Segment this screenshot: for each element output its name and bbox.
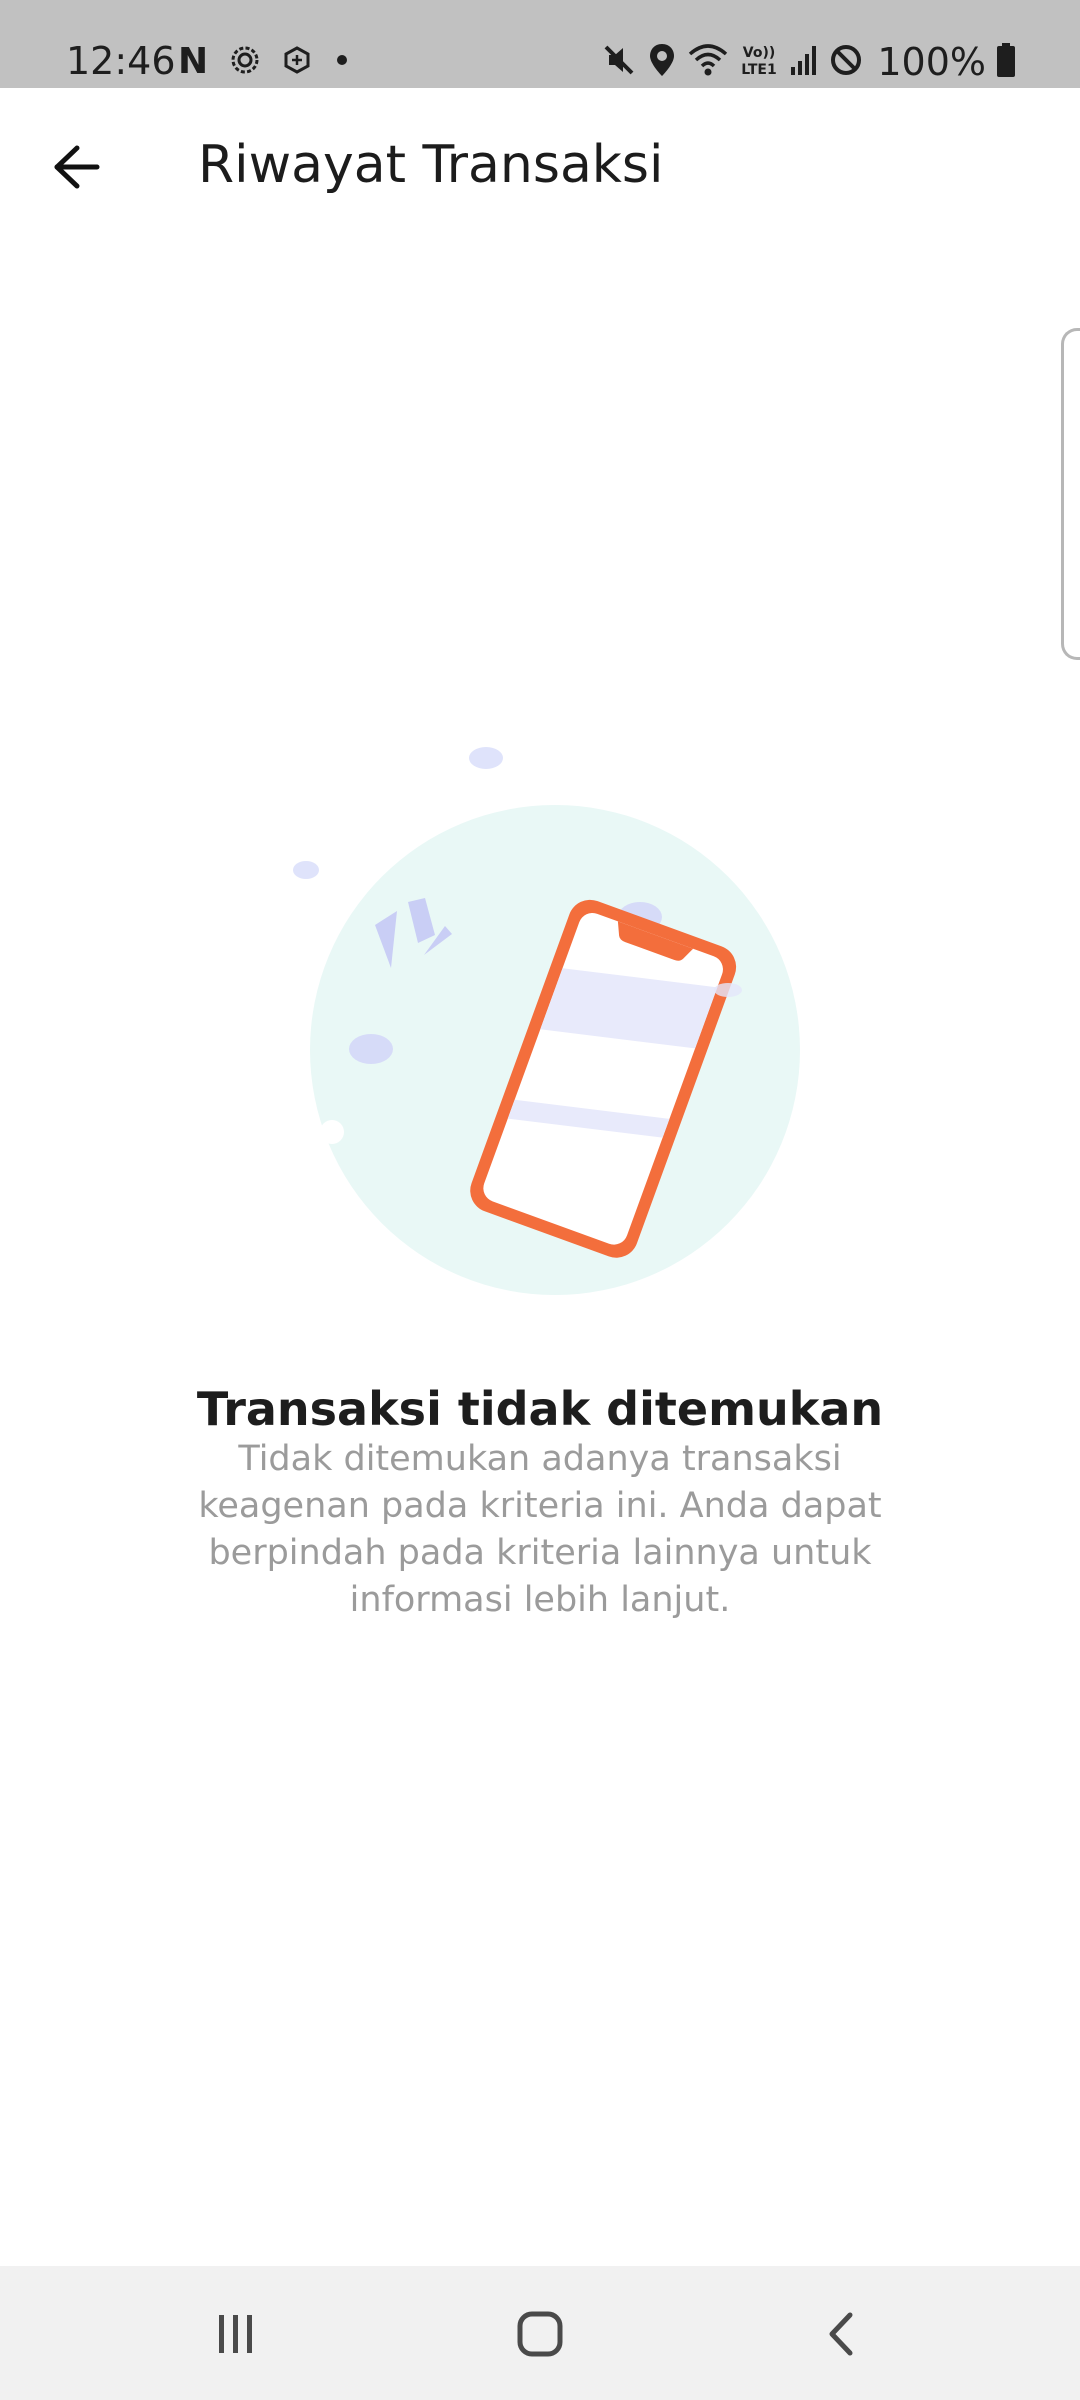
mute-icon bbox=[601, 42, 637, 82]
status-system-icons: Vo)) LTE1 100% bbox=[601, 38, 1016, 86]
phone-shape bbox=[470, 899, 737, 1258]
battery-percentage: 100% bbox=[877, 40, 986, 84]
svg-text:Vo)): Vo)) bbox=[743, 45, 775, 61]
spark-1 bbox=[375, 911, 397, 968]
svg-text:LTE1: LTE1 bbox=[742, 62, 777, 78]
bubble-left-small bbox=[293, 861, 319, 879]
spark-2 bbox=[408, 898, 435, 943]
settings-cog-icon bbox=[230, 45, 260, 79]
bubble-center bbox=[557, 1088, 593, 1112]
battery-icon bbox=[996, 42, 1016, 82]
system-nav-bar bbox=[0, 2266, 1080, 2400]
recents-button[interactable] bbox=[176, 2286, 296, 2382]
lte-icon: Vo)) LTE1 bbox=[739, 42, 779, 82]
back-button[interactable] bbox=[36, 126, 118, 208]
app-bar: Riwayat Transaksi bbox=[0, 88, 1080, 244]
arrow-left-icon bbox=[54, 145, 100, 189]
empty-state-description: Tidak ditemukan adanya transaksi keagena… bbox=[198, 1439, 882, 1620]
phone-reflection bbox=[714, 983, 742, 997]
status-time: 12:46 bbox=[66, 39, 176, 83]
illustration-circle bbox=[310, 805, 800, 1295]
netflix-icon: N bbox=[178, 41, 209, 82]
status-bar: 12:46 N Vo)) LTE1 100% bbox=[0, 0, 1080, 88]
nav-back-button[interactable] bbox=[782, 2286, 902, 2382]
signal-icon bbox=[789, 43, 819, 81]
edge-panel-handle[interactable] bbox=[1061, 328, 1080, 660]
bubble-left bbox=[349, 1034, 393, 1064]
wifi-icon bbox=[687, 42, 729, 82]
bubble-behind-phone bbox=[618, 902, 662, 932]
empty-state-title: Transaksi tidak ditemukan bbox=[196, 1382, 884, 1436]
bubble-white bbox=[320, 1120, 344, 1144]
status-notification-icons: N bbox=[178, 40, 350, 84]
home-button[interactable] bbox=[480, 2286, 600, 2382]
recents-icon bbox=[219, 2315, 252, 2353]
page-title: Riwayat Transaksi bbox=[198, 135, 664, 195]
home-icon bbox=[517, 2311, 563, 2357]
hex-app-icon bbox=[282, 45, 312, 79]
spark-3 bbox=[424, 926, 452, 955]
bubble-top bbox=[469, 747, 503, 769]
dot-icon bbox=[334, 52, 350, 72]
location-icon bbox=[647, 42, 677, 82]
back-icon bbox=[829, 2312, 853, 2356]
block-icon bbox=[829, 43, 863, 81]
